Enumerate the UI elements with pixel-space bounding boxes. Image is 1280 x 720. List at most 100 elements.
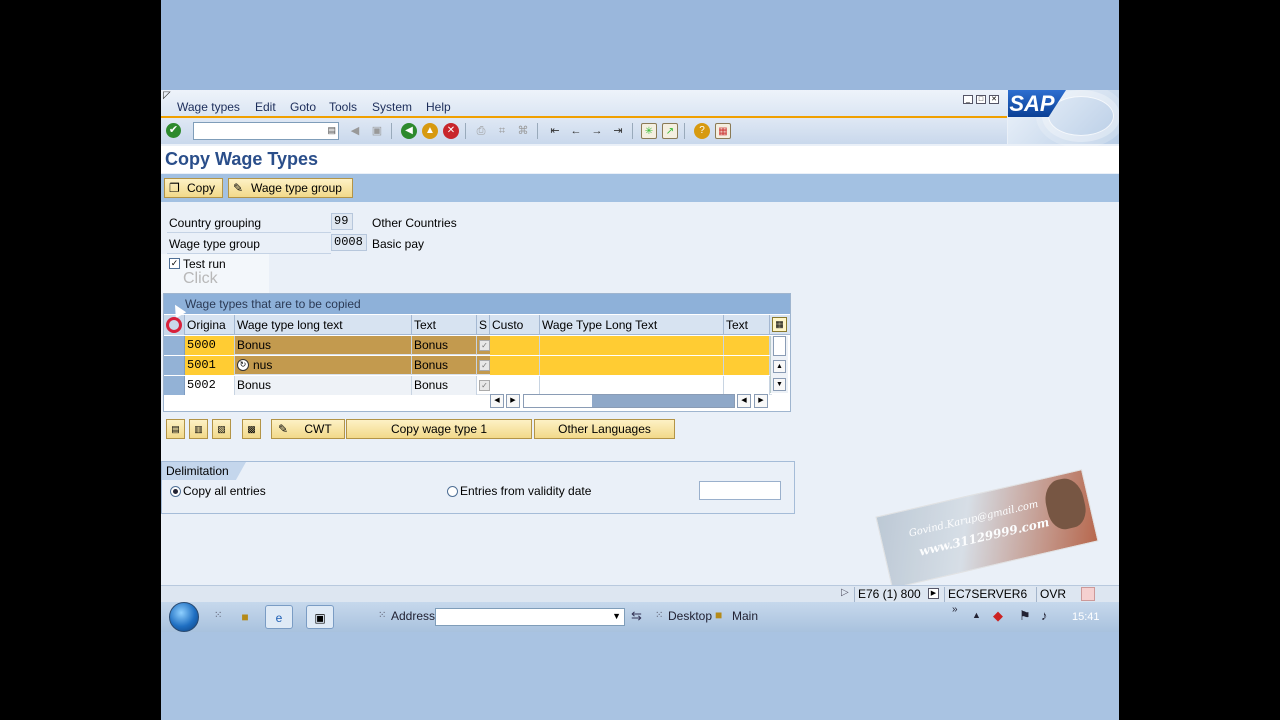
command-field[interactable]: ▤ (193, 122, 339, 140)
menu-help[interactable]: Help (426, 100, 451, 114)
select-block-icon[interactable]: ▥ (189, 419, 208, 439)
tray-expand-icon[interactable]: ▲ (972, 610, 981, 620)
copy-button[interactable]: ❐ Copy (164, 178, 223, 198)
go-icon[interactable]: ⇆ (631, 608, 642, 624)
copy-all-radio[interactable] (170, 486, 181, 497)
validity-date-radio[interactable] (447, 486, 458, 497)
cell-wt-long-text[interactable] (540, 376, 724, 395)
previous-page-icon[interactable]: ← (568, 123, 584, 139)
scroll-left-icon[interactable]: ◀ (737, 394, 751, 408)
wage-type-group-button[interactable]: ✎ Wage type group (228, 178, 353, 198)
other-languages-button[interactable]: Other Languages (534, 419, 675, 439)
cancel-icon[interactable]: ✕ (443, 123, 459, 139)
last-page-icon[interactable]: ⇥ (610, 123, 626, 139)
maximize-icon[interactable]: □ (976, 95, 986, 104)
volume-icon[interactable]: ♪ (1041, 608, 1048, 623)
pdf-icon[interactable]: ◆ (993, 608, 1003, 624)
cell-custo[interactable] (490, 356, 540, 375)
cell-wage-type[interactable]: 5000 (185, 336, 235, 355)
col-header-text-2[interactable]: Text (724, 315, 770, 335)
cell-wage-type[interactable]: 5002 (185, 376, 235, 395)
select-all-icon[interactable]: ▤ (166, 419, 185, 439)
row-selector[interactable] (164, 336, 185, 355)
vertical-scrollbar[interactable]: ▲ ▼ (770, 336, 788, 393)
country-grouping-field[interactable]: 99 (331, 213, 353, 230)
cell-text-2[interactable] (724, 336, 770, 355)
first-page-icon[interactable]: ⇤ (547, 123, 563, 139)
generate-shortcut-icon[interactable]: ↗ (662, 123, 678, 139)
system-menu-icon[interactable]: ◸ (163, 90, 171, 101)
menu-tools[interactable]: Tools (329, 100, 357, 114)
cell-wt-long-text[interactable] (540, 336, 724, 355)
col-header-s[interactable]: S (477, 315, 490, 335)
toolbar-overflow-icon[interactable]: » (952, 604, 958, 615)
save-icon[interactable]: ▣ (369, 123, 385, 139)
scroll-left-icon[interactable]: ◀ (490, 394, 504, 408)
wage-type-group-field[interactable]: 0008 (331, 234, 367, 251)
session-info-icon[interactable]: ▶ (928, 588, 939, 599)
minimize-icon[interactable]: _ (963, 95, 973, 104)
find-icon[interactable]: ⌗ (494, 123, 510, 139)
exit-icon[interactable]: ▲ (422, 123, 438, 139)
address-dropdown-icon[interactable]: ▼ (612, 611, 621, 621)
scroll-thumb[interactable] (773, 336, 786, 356)
cell-custo[interactable] (490, 336, 540, 355)
sap-logon-icon[interactable]: ▣ (306, 605, 334, 629)
cwt-button[interactable]: ✎ CWT (271, 419, 345, 439)
col-header-text[interactable]: Text (412, 315, 477, 335)
row-selector[interactable] (164, 356, 185, 375)
next-page-icon[interactable]: → (589, 123, 605, 139)
address-field[interactable]: ▼ (435, 608, 625, 626)
close-icon[interactable]: ✕ (989, 95, 999, 104)
cell-text-2[interactable] (724, 356, 770, 375)
cell-wage-type[interactable]: 5001 (185, 356, 235, 375)
scroll-down-icon[interactable]: ▼ (773, 378, 786, 391)
find-next-icon[interactable]: ⌘ (515, 123, 531, 139)
browser-icon[interactable]: e (265, 605, 293, 629)
clock[interactable]: 15:41 (1072, 611, 1100, 623)
scroll-up-icon[interactable]: ▲ (773, 360, 786, 373)
validity-date-field[interactable] (699, 481, 781, 500)
back-icon[interactable]: ◀ (401, 123, 417, 139)
cell-wt-long-text[interactable] (540, 356, 724, 375)
delete-row-icon[interactable]: ▩ (242, 419, 261, 439)
folder-icon[interactable]: ■ (231, 605, 259, 629)
insert-mode[interactable]: OVR (1036, 587, 1072, 602)
col-header-custo[interactable]: Custo (490, 315, 540, 335)
help-icon[interactable]: ? (694, 123, 710, 139)
menu-goto[interactable]: Goto (290, 100, 316, 114)
test-run-checkbox[interactable]: ✓ (169, 258, 180, 269)
command-history-icon[interactable]: ▤ (327, 125, 336, 136)
menu-edit[interactable]: Edit (255, 100, 276, 114)
flag-icon[interactable]: ⚑ (1019, 608, 1031, 624)
toolbar-separator (684, 123, 685, 139)
main-label[interactable]: Main (732, 609, 758, 623)
desktop-label[interactable]: Desktop (668, 609, 712, 623)
menu-system[interactable]: System (372, 100, 412, 114)
table-row[interactable]: 5000 Bonus Bonus ✓ (164, 336, 772, 355)
col-header-long-text[interactable]: Wage type long text (235, 315, 412, 335)
table-settings-icon[interactable]: ▦ (772, 317, 787, 332)
status-expand-icon[interactable]: ▷ (841, 587, 849, 598)
horizontal-scrollbar[interactable]: ◀ ▶ ◀ ▶ (164, 394, 790, 410)
col-header-original[interactable]: Origina (185, 315, 235, 335)
table-row[interactable]: 5001 nus Bonus ✓ ↻ (164, 356, 772, 375)
create-session-icon[interactable]: ✳ (641, 123, 657, 139)
start-button[interactable] (169, 602, 199, 632)
cell-custo[interactable] (490, 376, 540, 395)
scroll-track[interactable] (523, 394, 735, 408)
session-info: E76 (1) 800 (854, 587, 928, 602)
scroll-right-icon[interactable]: ▶ (506, 394, 520, 408)
table-row[interactable]: 5002 Bonus Bonus ✓ (164, 376, 772, 395)
cell-text-2[interactable] (724, 376, 770, 395)
scroll-right-icon[interactable]: ▶ (754, 394, 768, 408)
customize-layout-icon[interactable]: ▦ (715, 123, 731, 139)
menu-wage-types[interactable]: Wage types (177, 100, 240, 114)
deselect-all-icon[interactable]: ▧ (212, 419, 231, 439)
scroll-thumb[interactable] (524, 395, 592, 407)
col-header-wt-long-text[interactable]: Wage Type Long Text (540, 315, 724, 335)
enter-icon[interactable]: ✔ (166, 123, 181, 138)
copy-wage-type-button[interactable]: Copy wage type 1 (346, 419, 532, 439)
row-selector[interactable] (164, 376, 185, 395)
print-icon[interactable]: ⎙ (473, 123, 489, 139)
